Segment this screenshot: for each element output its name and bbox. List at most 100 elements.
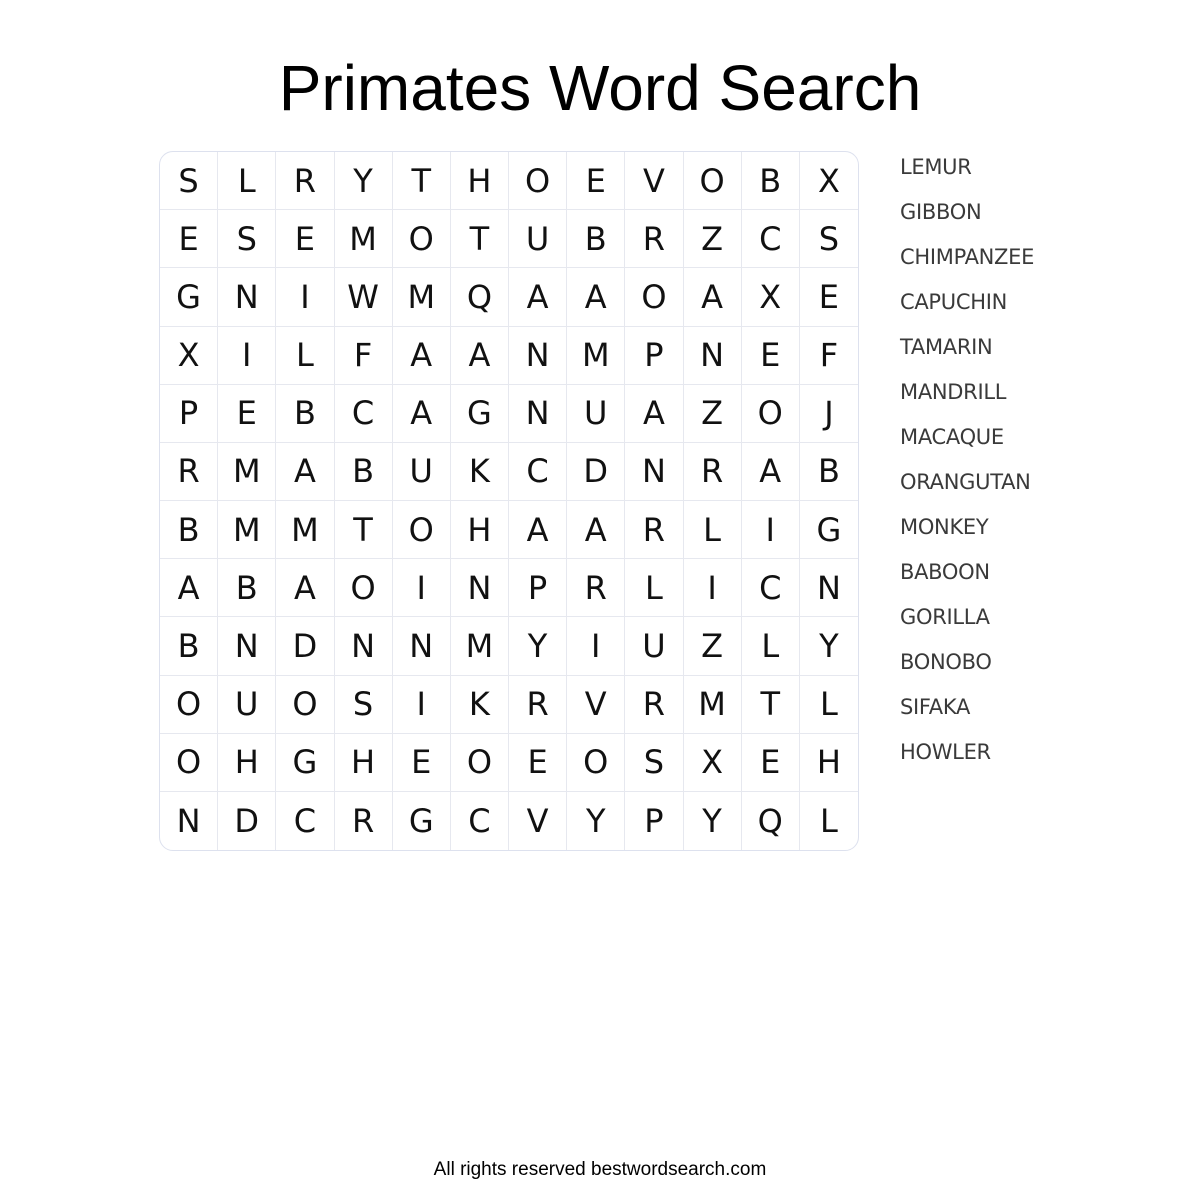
grid-cell[interactable]: O — [392, 210, 451, 269]
grid-cell[interactable]: B — [334, 442, 393, 501]
grid-cell[interactable]: Y — [334, 152, 393, 211]
grid-cell[interactable]: U — [625, 617, 684, 676]
grid-cell[interactable]: A — [567, 501, 626, 560]
grid-cell[interactable]: T — [392, 152, 451, 211]
grid-cell[interactable]: L — [799, 676, 858, 734]
grid-cell[interactable]: X — [160, 326, 219, 385]
grid-cell[interactable]: M — [450, 617, 509, 676]
grid-cell[interactable]: N — [509, 384, 568, 443]
grid-cell[interactable]: H — [450, 501, 509, 560]
grid-cell[interactable]: B — [160, 501, 219, 560]
grid-cell[interactable]: A — [392, 326, 451, 385]
grid-cell[interactable]: E — [509, 733, 568, 792]
grid-cell[interactable]: E — [276, 210, 335, 269]
grid-cell[interactable]: P — [160, 384, 219, 443]
grid-cell[interactable]: N — [509, 326, 568, 385]
grid-cell[interactable]: A — [683, 268, 742, 327]
grid-cell[interactable]: U — [567, 384, 626, 443]
grid-cell[interactable]: H — [334, 733, 393, 792]
grid-cell[interactable]: A — [741, 442, 800, 501]
grid-cell[interactable]: A — [509, 501, 568, 560]
grid-cell[interactable]: Y — [799, 617, 858, 676]
grid-cell[interactable]: P — [625, 791, 684, 850]
grid-cell[interactable]: I — [683, 559, 742, 618]
grid-cell[interactable]: O — [450, 733, 509, 792]
grid-cell[interactable]: T — [741, 675, 800, 734]
grid-cell[interactable]: O — [334, 559, 393, 618]
grid-cell[interactable]: K — [450, 442, 509, 501]
grid-cell[interactable]: M — [567, 326, 626, 385]
grid-cell[interactable]: S — [334, 675, 393, 734]
grid-cell[interactable]: M — [392, 268, 451, 327]
grid-cell[interactable]: A — [450, 326, 509, 385]
grid-cell[interactable]: L — [218, 152, 277, 211]
grid-cell[interactable]: F — [799, 327, 858, 385]
grid-cell[interactable]: H — [450, 152, 509, 211]
grid-cell[interactable]: T — [334, 501, 393, 560]
grid-cell[interactable]: A — [276, 442, 335, 501]
grid-cell[interactable]: L — [741, 617, 800, 676]
grid-cell[interactable]: O — [625, 268, 684, 327]
grid-cell[interactable]: B — [741, 152, 800, 211]
grid-cell[interactable]: L — [683, 501, 742, 560]
grid-cell[interactable]: R — [335, 791, 393, 850]
grid-cell[interactable]: B — [160, 617, 219, 676]
grid-cell[interactable]: I — [567, 617, 626, 676]
grid-cell[interactable]: G — [450, 384, 509, 443]
grid-cell[interactable]: M — [276, 501, 335, 560]
grid-cell[interactable]: Z — [683, 384, 742, 443]
grid-cell[interactable]: I — [741, 501, 800, 560]
grid-cell[interactable]: L — [276, 326, 335, 385]
grid-cell[interactable]: A — [276, 559, 335, 618]
grid-cell[interactable]: A — [160, 559, 219, 618]
grid-cell[interactable]: X — [683, 733, 742, 792]
grid-cell[interactable]: C — [741, 559, 800, 618]
grid-cell[interactable]: Q — [450, 268, 509, 327]
grid-cell[interactable]: E — [567, 152, 626, 211]
grid-cell[interactable]: R — [567, 559, 626, 618]
grid-cell[interactable]: W — [334, 268, 393, 327]
grid-cell[interactable]: K — [450, 675, 509, 734]
grid-cell[interactable]: D — [218, 791, 277, 850]
grid-cell[interactable]: Y — [567, 791, 626, 850]
grid-cell[interactable]: E — [218, 384, 277, 443]
grid-cell[interactable]: E — [392, 733, 451, 792]
grid-cell[interactable]: P — [509, 559, 568, 618]
grid-cell[interactable]: S — [799, 210, 858, 269]
grid-cell[interactable]: N — [450, 559, 509, 618]
grid-cell[interactable]: D — [567, 442, 626, 501]
grid-cell[interactable]: O — [276, 675, 335, 734]
grid-cell[interactable]: R — [160, 442, 219, 501]
grid-cell[interactable]: M — [218, 442, 277, 501]
grid-cell[interactable]: C — [334, 384, 393, 443]
grid-cell[interactable]: N — [683, 326, 742, 385]
grid-cell[interactable]: S — [218, 210, 277, 269]
grid-cell[interactable]: B — [276, 384, 335, 443]
grid-cell[interactable]: L — [800, 792, 858, 850]
grid-cell[interactable]: I — [392, 559, 451, 618]
grid-cell[interactable]: A — [392, 384, 451, 443]
grid-cell[interactable]: M — [334, 210, 393, 269]
grid-cell[interactable]: V — [509, 791, 568, 850]
grid-cell[interactable]: V — [567, 675, 626, 734]
grid-cell[interactable]: H — [218, 733, 277, 792]
grid-cell[interactable]: C — [451, 791, 509, 850]
grid-cell[interactable]: P — [625, 326, 684, 385]
grid-cell[interactable]: R — [276, 152, 335, 211]
grid-cell[interactable]: C — [741, 210, 800, 269]
grid-cell[interactable]: O — [683, 152, 742, 211]
grid-cell[interactable]: H — [799, 734, 858, 792]
grid-cell[interactable]: E — [741, 326, 800, 385]
grid-cell[interactable]: A — [509, 268, 568, 327]
grid-cell[interactable]: J — [799, 385, 858, 443]
grid-cell[interactable]: G — [276, 733, 335, 792]
grid-cell[interactable]: C — [276, 791, 335, 850]
grid-cell[interactable]: R — [625, 501, 684, 560]
grid-cell[interactable]: S — [625, 733, 684, 792]
grid-cell[interactable]: V — [625, 152, 684, 211]
grid-cell[interactable]: I — [276, 268, 335, 327]
grid-cell[interactable]: G — [393, 791, 451, 850]
grid-cell[interactable]: Q — [742, 791, 800, 850]
grid-cell[interactable]: E — [741, 733, 800, 792]
grid-cell[interactable]: I — [392, 675, 451, 734]
